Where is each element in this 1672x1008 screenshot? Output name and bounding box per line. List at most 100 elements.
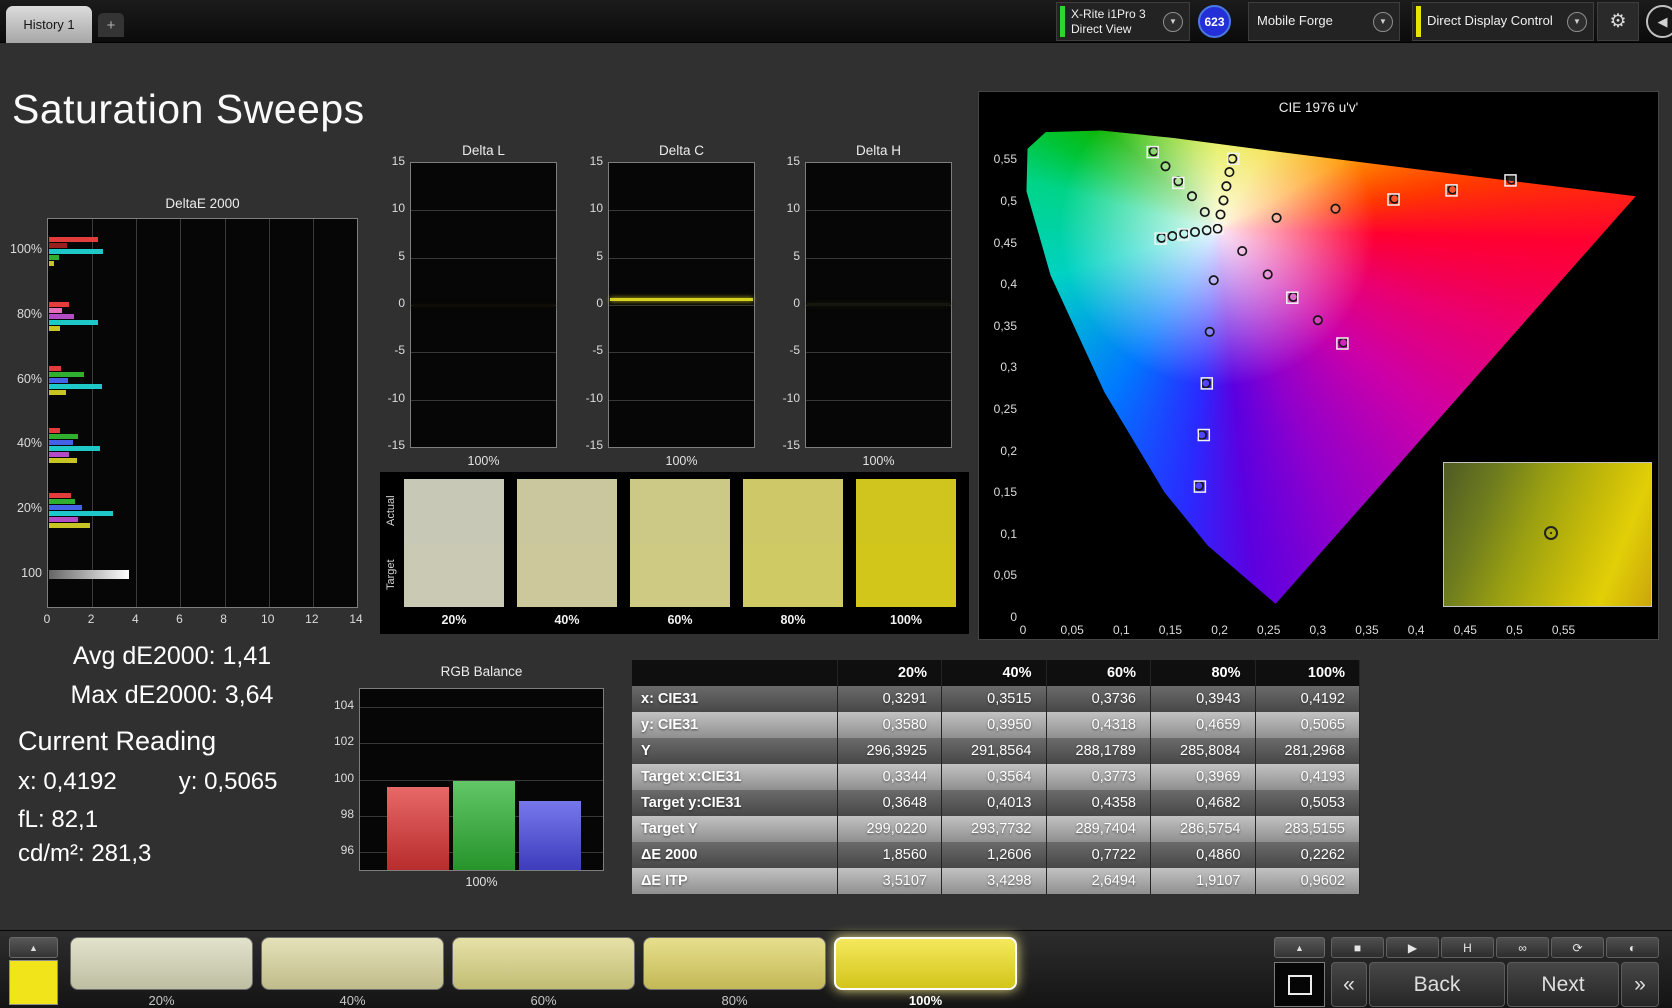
x-tick-label: 0,25 — [1257, 623, 1281, 637]
table-cell: 285,8084 — [1150, 738, 1256, 764]
meter-selector[interactable]: X-Rite i1Pro 3 Direct View ▼ — [1056, 2, 1190, 41]
table-cell: 0,5053 — [1255, 790, 1360, 816]
next-button[interactable]: Next — [1507, 962, 1619, 1007]
next-page-button[interactable]: » — [1621, 962, 1659, 1007]
patch-window-icon — [1287, 974, 1312, 995]
measurement-point — [1201, 225, 1212, 236]
table-cell: 299,0220 — [837, 816, 942, 842]
loop-button[interactable]: ⟳ — [1551, 937, 1604, 958]
meter-line2: Direct View — [1071, 21, 1132, 36]
meter-label: X-Rite i1Pro 3 Direct View — [1071, 7, 1157, 37]
measurement-point — [1199, 206, 1210, 218]
table-cell: 0,3564 — [941, 764, 1047, 790]
stop-button[interactable]: ■ — [1331, 937, 1384, 958]
meter-mode-button[interactable]: ◐ — [1606, 937, 1659, 958]
shortcut-h-button[interactable]: H — [1441, 937, 1494, 958]
x-tick-label: 2 — [87, 612, 95, 626]
y-tick-label: 15 — [786, 154, 800, 168]
swatch-target — [743, 543, 843, 607]
expand-controls-button[interactable]: ▲ — [1274, 937, 1325, 958]
chart-title: Delta L — [462, 143, 505, 158]
gridline — [411, 257, 556, 259]
x-tick-label: 0,5 — [1506, 623, 1523, 637]
gridline — [92, 219, 94, 607]
table-cell: 0,3515 — [941, 686, 1047, 712]
top-bar: History 1 + X-Rite i1Pro 3 Direct View ▼… — [0, 0, 1672, 43]
table-cell: 1,9107 — [1150, 868, 1256, 894]
chevron-down-icon[interactable]: ▼ — [1163, 11, 1183, 32]
de-bar — [49, 242, 67, 248]
y-tick-label: 0,1 — [1000, 526, 1017, 541]
patch-button-40pct[interactable] — [261, 937, 444, 990]
table-cell: 0,3950 — [941, 712, 1047, 738]
x-tick-label: 0,1 — [1112, 623, 1130, 637]
chevron-down-icon[interactable]: ▼ — [1567, 11, 1587, 32]
de-bar — [49, 248, 104, 254]
back-button[interactable]: Back — [1369, 962, 1505, 1007]
table-cell: 0,9602 — [1255, 868, 1360, 894]
deltae2000-plot — [47, 218, 358, 608]
de-bar — [49, 516, 78, 522]
meter-status-bar — [1060, 6, 1065, 37]
measurement-point — [1288, 291, 1299, 302]
display-control-status-bar — [1416, 6, 1421, 37]
max-de2000-value: Max dE2000: 3,64 — [70, 681, 274, 709]
table-cell: 0,3291 — [837, 686, 942, 712]
source-selector[interactable]: Mobile Forge ▼ — [1248, 2, 1400, 41]
measurement-point — [1189, 226, 1201, 238]
collapse-panel-button[interactable]: ◀ — [1646, 5, 1672, 38]
chart-title: Delta H — [855, 143, 901, 158]
measurement-point — [1237, 246, 1248, 257]
stop-icon: ■ — [1353, 940, 1362, 955]
de-bar — [49, 498, 76, 504]
measurement-point — [1330, 203, 1341, 214]
de-bar — [49, 378, 68, 384]
chart-title: RGB Balance — [440, 664, 523, 679]
table-row: y: CIE31 0,3580 0,3950 0,4318 0,4659 0,5065 — [632, 712, 1360, 738]
cie-1976-panel: CIE 1976 u'v' 0 0,05 0,1 0,15 0,2 0,25 0,3 0,35… — [978, 91, 1659, 640]
table-cell: 0,5065 — [1255, 712, 1360, 738]
delta-h-chart: Delta H 100% 15 10 5 0 -5 -10 -15 — [760, 140, 960, 475]
tab-history-1[interactable]: History 1 — [6, 6, 92, 43]
continuous-button[interactable]: ∞ — [1496, 937, 1549, 958]
x-tick-label: 0,35 — [1355, 623, 1379, 637]
meter-mode-icon: ◐ — [1628, 940, 1637, 955]
row-label: Y — [632, 738, 838, 764]
de-bar — [49, 372, 85, 378]
settings-button[interactable]: ⚙ — [1597, 2, 1639, 41]
table-cell: 3,4298 — [941, 868, 1047, 894]
table-cell: 296,3925 — [837, 738, 942, 764]
inset-measurement-marker — [1543, 525, 1558, 540]
column-header — [632, 660, 838, 686]
app-window: History 1 + X-Rite i1Pro 3 Direct View ▼… — [0, 0, 1672, 1008]
expand-patch-panel-button[interactable]: ▲ — [9, 937, 58, 958]
loop-icon: ⟳ — [1572, 940, 1583, 955]
shortcut-h-icon: H — [1463, 940, 1472, 955]
fullscreen-patch-button[interactable] — [1274, 962, 1325, 1007]
patch-button-label: 60% — [530, 993, 557, 1008]
swatch-label: 80% — [780, 613, 806, 627]
y-tick-label: 0 — [1010, 610, 1017, 624]
patch-button-20pct[interactable] — [70, 937, 253, 990]
measurement-point — [1338, 337, 1349, 348]
measurement-point — [1156, 232, 1167, 243]
chevron-down-icon[interactable]: ▼ — [1373, 11, 1393, 32]
gridline — [609, 210, 754, 212]
display-control-selector[interactable]: Direct Display Control ▼ — [1412, 2, 1594, 41]
y-tick-label: 20% — [16, 501, 42, 515]
delta-line — [412, 304, 555, 308]
measurement-point — [1193, 480, 1204, 491]
previous-page-button[interactable]: « — [1331, 962, 1367, 1007]
chart-title: DeltaE 2000 — [165, 196, 240, 211]
play-button[interactable]: ▶ — [1386, 937, 1439, 958]
patch-button-80pct[interactable] — [643, 937, 826, 990]
x-tick-label: 0,15 — [1158, 623, 1183, 637]
gridline — [806, 352, 951, 354]
x-tick-label: 0,45 — [1453, 623, 1477, 637]
add-tab-button[interactable]: + — [98, 13, 124, 37]
patch-button-100pct[interactable] — [834, 937, 1017, 990]
deltae2000-chart: DeltaE 2000 0 2 4 6 8 10 12 14 100% 80% 60% 40% 20% 1… — [0, 196, 380, 636]
continuous-icon: ∞ — [1518, 940, 1527, 955]
table-cell: 286,5754 — [1150, 816, 1256, 842]
patch-button-60pct[interactable] — [452, 937, 635, 990]
